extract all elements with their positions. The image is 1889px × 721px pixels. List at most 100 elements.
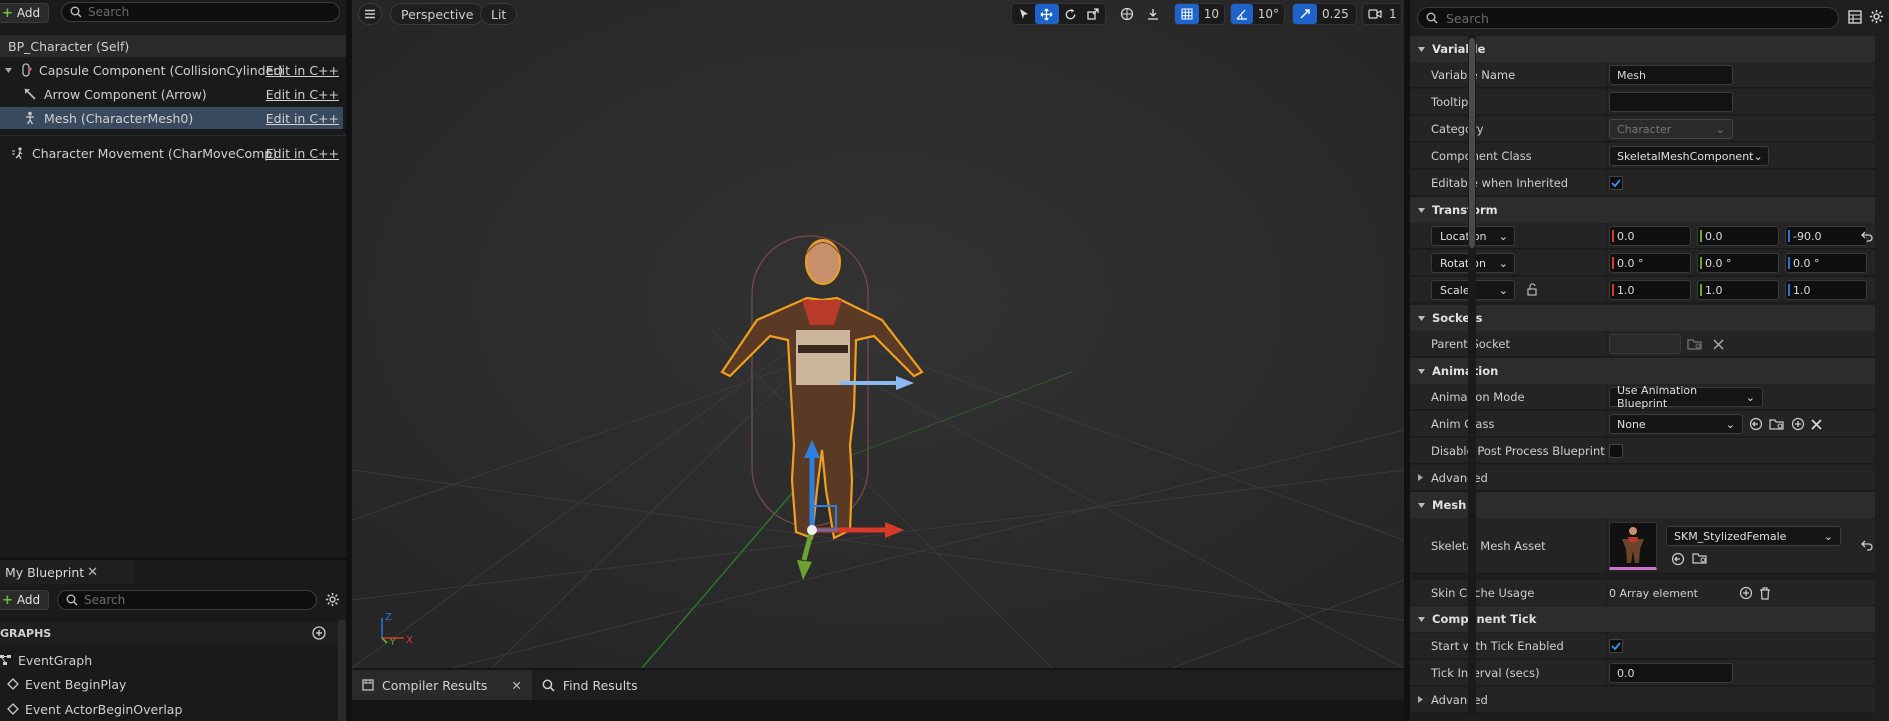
edit-cpp-link[interactable]: Edit in C++ (266, 146, 339, 161)
scale-snap-icon[interactable] (1293, 4, 1317, 24)
grid-snap-group[interactable]: 10 (1174, 3, 1225, 25)
graph-item-beginoverlap[interactable]: Event ActorBeginOverlap (7, 698, 182, 720)
row-tick-advanced[interactable]: Advanced (1410, 687, 1875, 713)
row-rotation: Rotation ⌄ 0.0 ° 0.0 ° 0.0 ° (1410, 250, 1875, 276)
details-scrollbar-thumb[interactable] (1469, 38, 1475, 248)
lit-button[interactable]: Lit (480, 3, 518, 25)
camera-speed-group[interactable]: 1 (1362, 3, 1402, 25)
component-movement[interactable]: Character Movement (CharMoveComp) Edit i… (0, 142, 343, 164)
splitter[interactable] (346, 0, 352, 721)
component-class-dropdown[interactable]: SkeletalMeshComponent ⌄ (1609, 146, 1769, 166)
rotation-x-input[interactable]: 0.0 ° (1609, 253, 1691, 273)
property-label: Advanced (1431, 692, 1488, 707)
section-sockets[interactable]: Sockets (1410, 305, 1875, 331)
editable-inherited-checkbox[interactable] (1609, 176, 1623, 190)
viewport[interactable]: Z X Y Perspective Lit 10 10° 0.25 1 (352, 0, 1404, 668)
surface-snap-icon[interactable] (1141, 4, 1165, 24)
rotate-icon[interactable] (1059, 4, 1082, 24)
components-search-input[interactable]: Search (61, 2, 340, 22)
graph-item-beginplay[interactable]: Event BeginPlay (7, 673, 126, 695)
chevron-down-icon: ⌄ (1498, 256, 1508, 270)
add-button[interactable]: + Add (0, 590, 50, 610)
parent-socket-input[interactable] (1609, 334, 1681, 354)
tick-interval-input[interactable]: 0.0 (1609, 663, 1733, 683)
section-transform[interactable]: Transform (1410, 197, 1875, 223)
browse-folder-icon[interactable] (1687, 338, 1703, 351)
variable-name-input[interactable]: Mesh (1609, 65, 1733, 85)
rotation-z-input[interactable]: 0.0 ° (1785, 253, 1867, 273)
row-variable-name: Variable Name Mesh (1410, 62, 1875, 88)
row-animation-advanced[interactable]: Advanced (1410, 465, 1875, 491)
scale-y-input[interactable]: 1.0 (1697, 280, 1779, 300)
add-component-button[interactable]: + Add (0, 3, 50, 23)
edit-cpp-link[interactable]: Edit in C++ (266, 63, 339, 78)
property-label: Advanced (1431, 470, 1488, 485)
lock-icon[interactable] (1526, 283, 1538, 296)
disable-post-process-checkbox[interactable] (1609, 444, 1623, 458)
grid-snap-icon[interactable] (1175, 4, 1199, 24)
graph-label: Event ActorBeginOverlap (25, 701, 183, 717)
location-x-input[interactable]: 0.0 (1609, 226, 1691, 246)
use-selected-icon[interactable] (1671, 552, 1685, 566)
chevron-down-icon: ⌄ (1823, 529, 1833, 543)
mesh-thumbnail[interactable] (1609, 522, 1657, 570)
gear-icon[interactable] (1869, 9, 1884, 24)
rotation-y-input[interactable]: 0.0 ° (1697, 253, 1779, 273)
scale-icon[interactable] (1082, 4, 1105, 24)
section-component-tick[interactable]: Component Tick (1410, 606, 1875, 632)
reset-icon[interactable] (1861, 230, 1873, 242)
add-circle-icon[interactable] (1739, 586, 1753, 600)
component-arrow[interactable]: Arrow Component (Arrow) Edit in C++ (0, 83, 343, 105)
tab-compiler-results[interactable]: Compiler Results ✕ (352, 670, 532, 700)
anim-class-dropdown[interactable]: None ⌄ (1609, 414, 1743, 434)
component-mesh[interactable]: Mesh (CharacterMesh0) Edit in C++ (0, 107, 343, 129)
rotation-snap-group[interactable]: 10° (1230, 3, 1285, 25)
section-animation[interactable]: Animation (1410, 358, 1875, 384)
reset-icon[interactable] (1861, 539, 1873, 551)
clear-icon[interactable] (1713, 338, 1724, 350)
close-icon[interactable]: ✕ (511, 678, 521, 693)
add-circle-icon[interactable] (1791, 417, 1805, 431)
section-variable[interactable]: Variable (1410, 36, 1875, 62)
details-search-input[interactable]: Search (1417, 7, 1839, 29)
character-thumbnail-icon (1622, 527, 1644, 563)
scale-x-input[interactable]: 1.0 (1609, 280, 1691, 300)
graphs-section-header[interactable]: GRAPHS (0, 622, 344, 644)
tab-find-results[interactable]: Find Results (532, 670, 648, 700)
edit-cpp-link[interactable]: Edit in C++ (266, 87, 339, 102)
add-circle-icon[interactable] (312, 626, 326, 640)
gear-icon[interactable] (325, 592, 340, 607)
camera-icon[interactable] (1363, 4, 1387, 24)
graph-item-eventgraph[interactable]: EventGraph (0, 649, 92, 671)
move-icon[interactable] (1035, 4, 1059, 24)
viewport-menu-button[interactable] (358, 3, 382, 25)
skeletal-mesh-dropdown[interactable]: SKM_StylizedFemale ⌄ (1666, 526, 1841, 546)
browse-folder-icon[interactable] (1769, 418, 1785, 431)
category-dropdown[interactable]: Character ⌄ (1609, 119, 1733, 139)
component-root[interactable]: BP_Character (Self) (0, 35, 346, 57)
table-view-icon[interactable] (1848, 10, 1862, 24)
select-icon[interactable] (1012, 4, 1035, 24)
world-local-icon[interactable] (1115, 4, 1139, 24)
my-blueprint-search-input[interactable]: Search (57, 590, 317, 610)
use-selected-icon[interactable] (1749, 417, 1763, 431)
component-capsule[interactable]: Capsule Component (CollisionCylinder) Ed… (0, 59, 343, 81)
location-y-input[interactable]: 0.0 (1697, 226, 1779, 246)
perspective-button[interactable]: Perspective (390, 3, 485, 25)
clear-icon[interactable] (1811, 418, 1822, 430)
angle-snap-icon[interactable] (1231, 4, 1253, 24)
close-icon[interactable]: ✕ (87, 565, 98, 580)
scrollbar[interactable] (338, 620, 346, 721)
section-mesh[interactable]: Mesh (1410, 492, 1875, 518)
trash-icon[interactable] (1759, 586, 1771, 600)
animation-mode-dropdown[interactable]: Use Animation Blueprint ⌄ (1609, 384, 1763, 410)
viewport-scene[interactable]: Z X Y (352, 0, 1404, 668)
tooltip-input[interactable] (1609, 92, 1733, 112)
start-tick-checkbox[interactable] (1609, 639, 1623, 653)
scale-snap-group[interactable]: 0.25 (1292, 3, 1357, 25)
edit-cpp-link[interactable]: Edit in C++ (266, 111, 339, 126)
location-z-input[interactable]: -90.0 (1785, 226, 1867, 246)
scale-z-input[interactable]: 1.0 (1785, 280, 1867, 300)
browse-folder-icon[interactable] (1692, 552, 1708, 565)
tab-my-blueprint[interactable]: My Blueprint ✕ (0, 560, 134, 584)
